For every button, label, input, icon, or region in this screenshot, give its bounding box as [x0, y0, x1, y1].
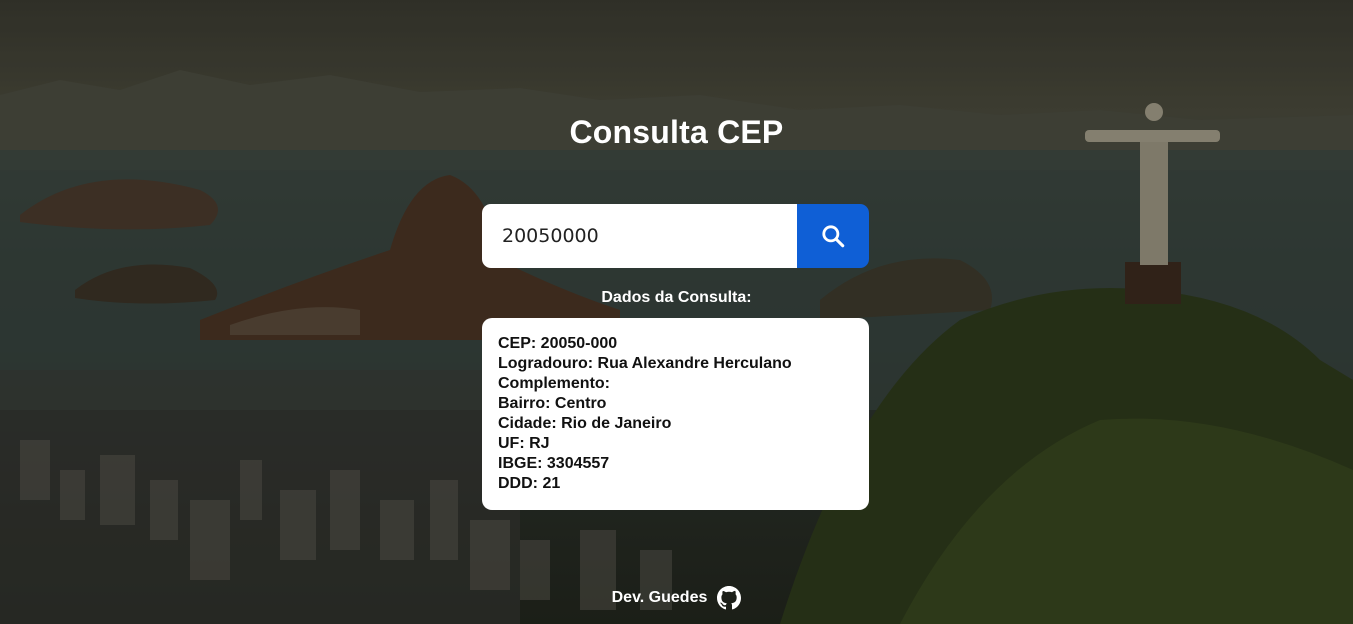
- footer: Dev. Guedes: [0, 586, 1353, 610]
- github-link[interactable]: [717, 586, 742, 610]
- github-icon: [717, 586, 742, 610]
- result-ddd: DDD: 21: [498, 475, 561, 492]
- result-uf: UF: RJ: [498, 435, 550, 452]
- search-button[interactable]: [797, 204, 869, 268]
- background-image: [0, 0, 1353, 624]
- search-icon: [822, 225, 845, 248]
- cep-input[interactable]: [482, 204, 797, 268]
- page-title: Consulta CEP: [569, 114, 784, 150]
- result-cidade: Cidade: Rio de Janeiro: [498, 415, 672, 432]
- result-logradouro: Logradouro: Rua Alexandre Herculano: [498, 355, 792, 372]
- results-card: CEP: 20050-000 Logradouro: Rua Alexandre…: [482, 318, 869, 510]
- result-ibge: IBGE: 3304557: [498, 455, 610, 472]
- result-cep: CEP: 20050-000: [498, 335, 618, 352]
- author-name: Dev. Guedes: [611, 589, 708, 606]
- result-bairro: Bairro: Centro: [498, 395, 607, 412]
- result-complemento: Complemento:: [498, 375, 610, 392]
- cep-search-form: [482, 204, 869, 268]
- results-heading: Dados da Consulta:: [601, 289, 752, 306]
